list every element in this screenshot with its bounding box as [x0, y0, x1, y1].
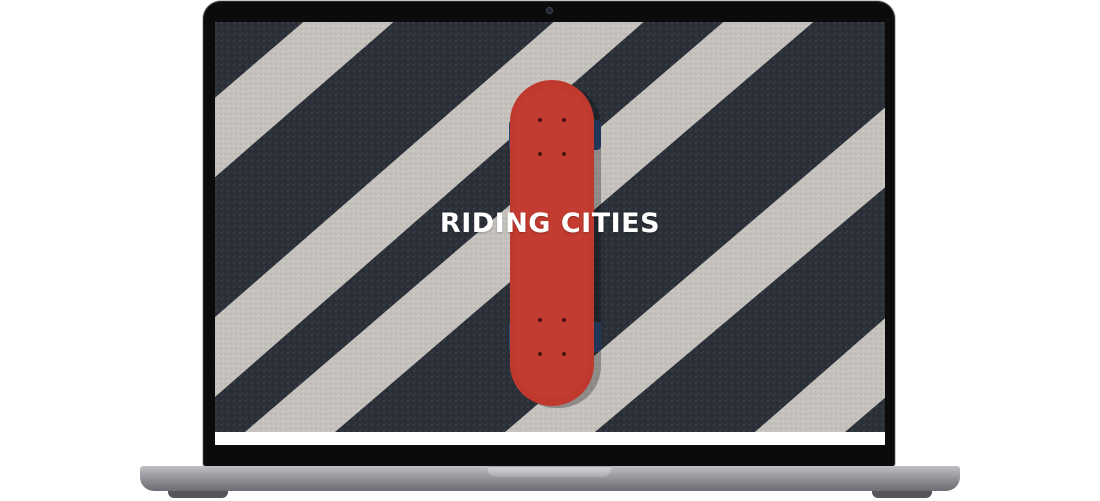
lid-opening-notch	[487, 466, 612, 477]
laptop-foot-left	[168, 491, 228, 498]
hero-section: RIDING CITIES	[215, 22, 885, 432]
skateboard	[509, 80, 601, 408]
hero-title: RIDING CITIES	[439, 208, 661, 239]
screen-chin	[205, 445, 893, 467]
laptop-mockup: RIDING CITIES	[0, 0, 1100, 501]
laptop-screen: RIDING CITIES	[215, 22, 885, 445]
laptop-foot-right	[872, 491, 932, 498]
webcam-icon	[546, 7, 553, 14]
page-content-strip	[215, 432, 885, 445]
